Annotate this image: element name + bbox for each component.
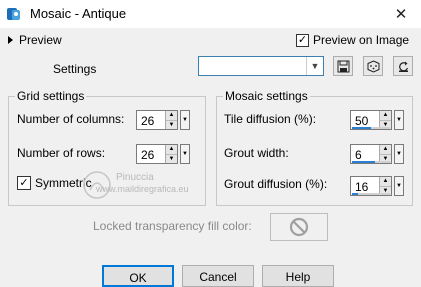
chevron-down-icon: ▼ [182, 117, 188, 123]
tile-diffusion-dropdown[interactable]: ▼ [394, 110, 404, 130]
rows-label: Number of rows: [17, 146, 106, 160]
preview-on-image-label: Preview on Image [313, 33, 410, 47]
spin-up-icon[interactable]: ▲ [166, 145, 177, 155]
cancel-label: Cancel [199, 270, 237, 284]
preview-label: Preview [19, 33, 62, 47]
rows-value: 26 [141, 148, 155, 162]
columns-spinner[interactable]: 26 ▲ ▼ [136, 110, 178, 130]
grout-width-dropdown[interactable]: ▼ [394, 144, 404, 164]
columns-label: Number of columns: [17, 112, 125, 126]
help-label: Help [285, 270, 311, 284]
expand-arrow-icon [8, 36, 13, 44]
mosaic-settings-title: Mosaic settings [223, 89, 310, 103]
close-button[interactable]: ✕ [381, 0, 421, 28]
chevron-down-icon: ▼ [396, 117, 402, 123]
randomize-button[interactable] [363, 56, 383, 76]
rows-dropdown[interactable]: ▼ [180, 144, 190, 164]
grout-width-bar-fill [352, 161, 375, 163]
columns-dropdown[interactable]: ▼ [180, 110, 190, 130]
watermark: Pinuccia www.maildiregrafica.eu [64, 168, 264, 208]
grout-width-value: 6 [355, 148, 362, 162]
help-button[interactable]: Help [262, 265, 334, 287]
title-bar: Mosaic - Antique ✕ [0, 0, 421, 28]
spin-up-icon[interactable]: ▲ [380, 145, 391, 155]
ok-button[interactable]: OK [102, 265, 174, 287]
close-icon: ✕ [394, 6, 408, 23]
reset-icon [398, 61, 408, 72]
preview-on-image-checkbox[interactable]: ✓ Preview on Image [296, 33, 409, 47]
spin-down-icon[interactable]: ▼ [166, 154, 177, 163]
grout-diffusion-bar-fill [352, 193, 359, 195]
spin-buttons[interactable]: ▲ ▼ [165, 145, 177, 163]
settings-label: Settings [53, 62, 97, 76]
spin-up-icon[interactable]: ▲ [380, 177, 391, 187]
reset-button[interactable] [393, 56, 413, 76]
tile-diffusion-label: Tile diffusion (%): [224, 112, 317, 126]
chevron-down-icon: ▼ [396, 151, 402, 157]
grid-settings-title: Grid settings [15, 89, 87, 103]
save-preset-icon [337, 60, 349, 72]
grout-diffusion-bar [352, 193, 390, 195]
chevron-down-icon[interactable]: ▼ [306, 57, 323, 75]
disabled-icon [289, 217, 309, 237]
spin-up-icon[interactable]: ▲ [166, 111, 177, 121]
locked-fill-color-swatch [270, 213, 328, 241]
spin-up-icon[interactable]: ▲ [380, 111, 391, 121]
watermark-name: Pinuccia [116, 172, 154, 183]
save-preset-button[interactable] [333, 56, 353, 76]
tile-diffusion-bar-fill [352, 127, 371, 129]
checkbox-checked-icon[interactable]: ✓ [17, 176, 31, 190]
rows-spinner[interactable]: 26 ▲ ▼ [136, 144, 178, 164]
preset-dropdown[interactable]: ▼ [198, 56, 324, 76]
tile-diffusion-value: 50 [355, 114, 369, 128]
locked-fill-label: Locked transparency fill color: [93, 219, 252, 233]
watermark-url: www.maildiregrafica.eu [96, 184, 189, 194]
grout-diffusion-value: 16 [355, 180, 369, 194]
cancel-button[interactable]: Cancel [182, 265, 254, 287]
app-icon [7, 8, 20, 20]
grout-width-bar [352, 161, 390, 163]
chevron-down-icon: ▼ [396, 183, 402, 189]
spin-buttons[interactable]: ▲ ▼ [165, 111, 177, 129]
chevron-down-icon: ▼ [182, 151, 188, 157]
tile-diffusion-bar [352, 127, 390, 129]
randomize-icon [367, 59, 379, 73]
columns-value: 26 [141, 114, 155, 128]
grout-width-label: Grout width: [224, 146, 289, 160]
window-title: Mosaic - Antique [30, 6, 127, 21]
ok-label: OK [129, 271, 147, 285]
checkbox-checked-icon[interactable]: ✓ [296, 33, 309, 47]
grout-diffusion-dropdown[interactable]: ▼ [394, 176, 404, 196]
spin-down-icon[interactable]: ▼ [166, 120, 177, 129]
preview-expander[interactable]: Preview [8, 33, 62, 47]
